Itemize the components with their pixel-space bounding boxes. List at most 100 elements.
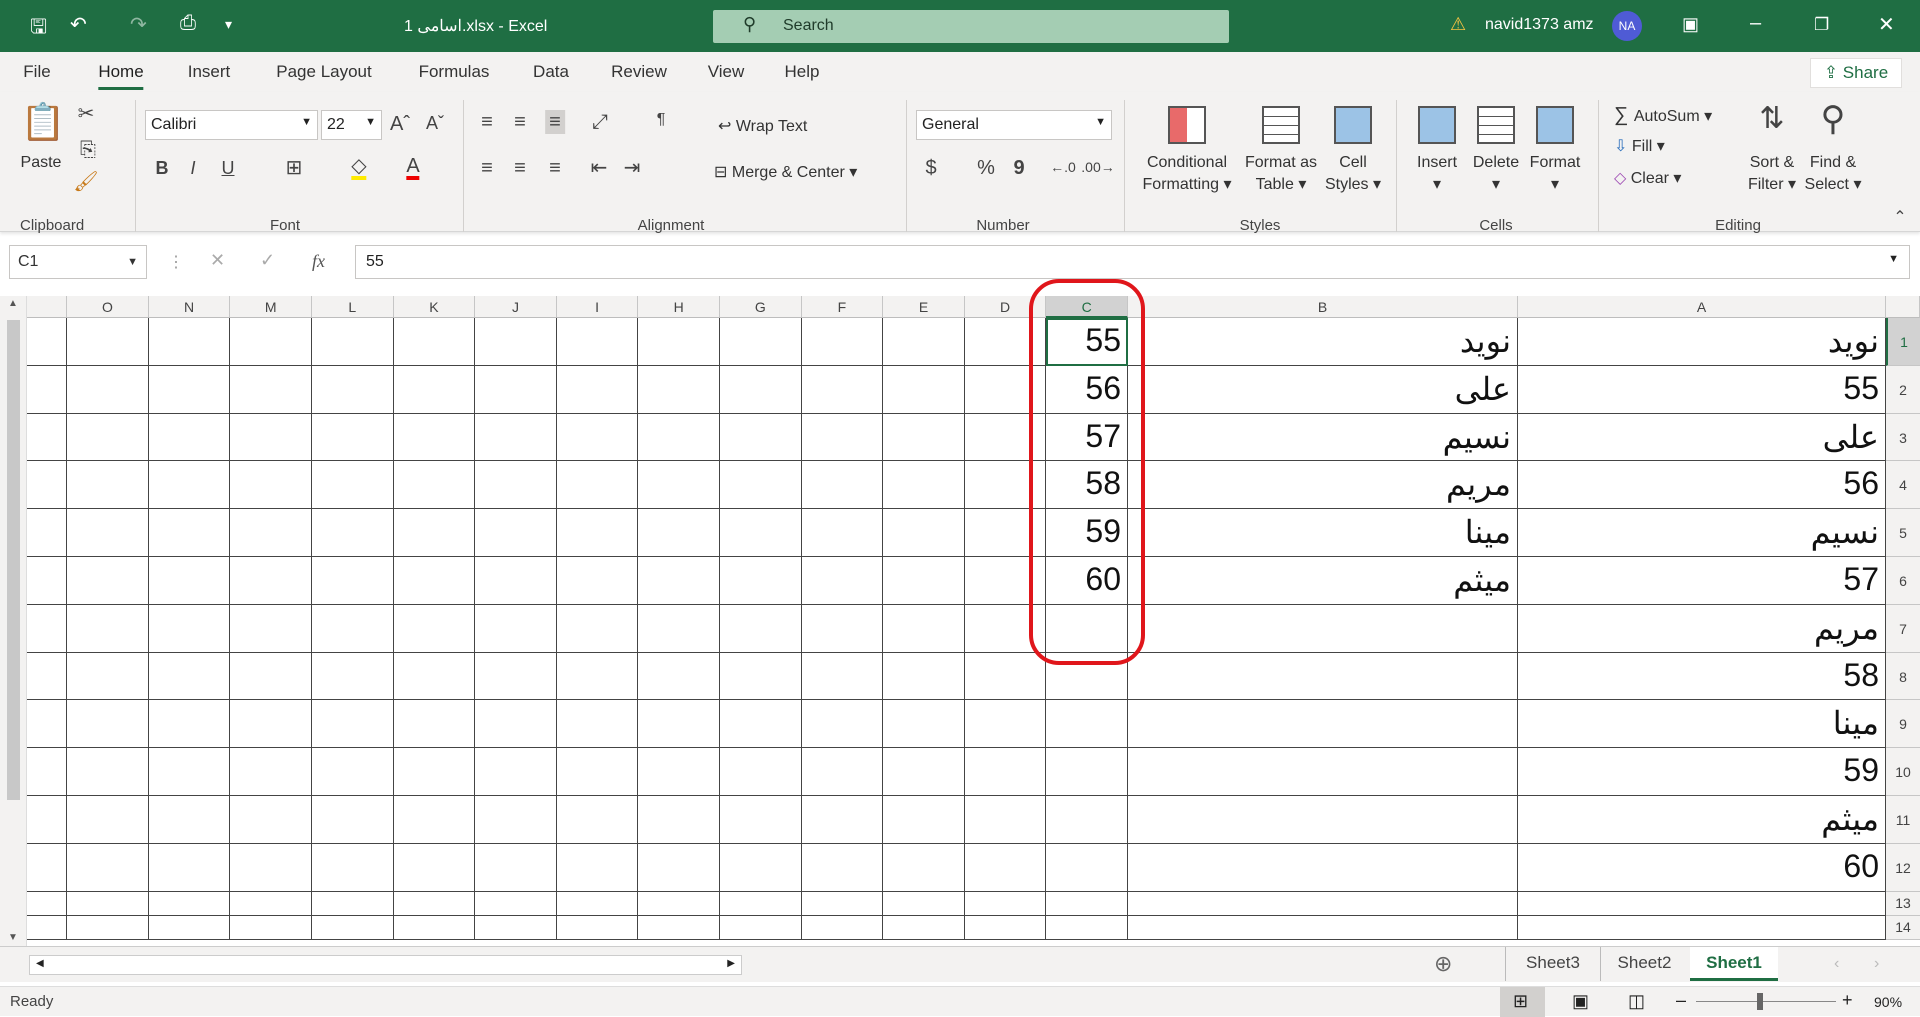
increase-indent-icon[interactable]: ⇥ <box>624 158 641 178</box>
cell-a4[interactable]: 56 <box>1518 461 1886 510</box>
cell[interactable] <box>27 891 68 916</box>
currency-button[interactable]: $ <box>925 158 936 178</box>
formula-input[interactable]: 55 ▼ <box>355 245 1910 279</box>
cell-o14[interactable] <box>67 915 149 940</box>
cell-a9[interactable]: مینا <box>1518 700 1886 749</box>
cell-f13[interactable] <box>801 891 884 916</box>
cell-m5[interactable] <box>230 509 312 557</box>
align-right-icon[interactable]: ≡ <box>549 158 561 178</box>
cell[interactable] <box>27 461 68 510</box>
cell-n6[interactable] <box>148 557 231 605</box>
cell-d12[interactable] <box>964 843 1047 892</box>
cell-b1[interactable]: نوید <box>1128 318 1518 366</box>
cell-k1[interactable] <box>393 318 476 366</box>
cell-g13[interactable] <box>720 891 802 916</box>
avatar[interactable]: NA <box>1612 11 1642 41</box>
cell-m10[interactable] <box>230 748 312 796</box>
cell-a5[interactable]: نسیم <box>1518 509 1886 557</box>
cell-k9[interactable] <box>393 700 476 749</box>
insert-cells-button[interactable]: Insert ▾ <box>1417 152 1457 196</box>
cell-g7[interactable] <box>720 604 802 653</box>
cell-styles-button[interactable]: Cell Styles ▾ <box>1325 152 1381 196</box>
cell-b10[interactable] <box>1128 748 1518 796</box>
new-sheet-icon[interactable]: ⊕ <box>1434 951 1452 977</box>
sort-filter-button[interactable]: Sort & Filter ▾ <box>1748 152 1796 196</box>
column-header-o[interactable]: O <box>67 296 149 318</box>
cell-j13[interactable] <box>475 891 557 916</box>
cell-k13[interactable] <box>393 891 476 916</box>
cell-l8[interactable] <box>312 652 394 701</box>
cell-e9[interactable] <box>883 700 965 749</box>
cell-o7[interactable] <box>67 604 149 653</box>
cell-j10[interactable] <box>475 748 557 796</box>
cell-a3[interactable]: علی <box>1518 413 1886 462</box>
row-header-12[interactable]: 12 <box>1886 843 1920 892</box>
cell-o12[interactable] <box>67 843 149 892</box>
cell-f11[interactable] <box>801 796 884 844</box>
cell-h10[interactable] <box>638 748 720 796</box>
format-cells-button[interactable]: Format ▾ <box>1530 152 1581 196</box>
cell-h7[interactable] <box>638 604 720 653</box>
text-direction-icon[interactable]: ¶ <box>657 112 666 128</box>
cell-j5[interactable] <box>475 509 557 557</box>
paste-button[interactable]: Paste <box>21 154 62 172</box>
row-header-10[interactable]: 10 <box>1886 748 1920 796</box>
cell-k8[interactable] <box>393 652 476 701</box>
cell-o1[interactable] <box>67 318 149 366</box>
cell-f9[interactable] <box>801 700 884 749</box>
cell-m12[interactable] <box>230 843 312 892</box>
cell-g6[interactable] <box>720 557 802 605</box>
row-header-6[interactable]: 6 <box>1886 557 1920 605</box>
cell-j7[interactable] <box>475 604 557 653</box>
copy-icon[interactable]: ⎘ <box>80 140 96 160</box>
user-name[interactable]: navid1373 amz <box>1485 16 1594 34</box>
cell-f12[interactable] <box>801 843 884 892</box>
close-icon[interactable]: ✕ <box>1878 12 1895 37</box>
increase-font-icon[interactable]: Aˆ <box>390 114 410 134</box>
cell-h3[interactable] <box>638 413 720 462</box>
scroll-up-icon[interactable]: ▲ <box>8 298 18 309</box>
cell-g1[interactable] <box>720 318 802 366</box>
zoom-slider-thumb[interactable] <box>1757 993 1763 1010</box>
cell-h6[interactable] <box>638 557 720 605</box>
cell-i11[interactable] <box>556 796 639 844</box>
cell-l9[interactable] <box>312 700 394 749</box>
tab-help[interactable]: Help <box>785 62 820 82</box>
cell-b13[interactable] <box>1128 891 1518 916</box>
cell-a1[interactable]: نوید <box>1518 318 1886 366</box>
cell-b14[interactable] <box>1128 915 1518 940</box>
cell-e1[interactable] <box>883 318 965 366</box>
middle-align-icon[interactable]: ≡ <box>514 112 526 132</box>
format-as-table-button[interactable]: Format as Table ▾ <box>1245 152 1317 196</box>
enter-icon[interactable]: ✓ <box>260 250 275 271</box>
column-header-j[interactable]: J <box>475 296 557 318</box>
cell-a14[interactable] <box>1518 915 1886 940</box>
prev-sheet-icon[interactable]: ‹ <box>1834 955 1839 973</box>
cut-icon[interactable]: ✂ <box>78 104 95 124</box>
cell-h5[interactable] <box>638 509 720 557</box>
cell-g2[interactable] <box>720 365 802 414</box>
cell-d14[interactable] <box>964 915 1047 940</box>
cell-o6[interactable] <box>67 557 149 605</box>
number-format-select[interactable]: General ▼ <box>916 110 1112 140</box>
ribbon-display-icon[interactable]: ▣ <box>1682 14 1699 35</box>
orientation-icon[interactable]: ⤢ <box>592 112 608 132</box>
customize-toolbar-icon[interactable]: ▾ <box>225 16 232 33</box>
column-header-h[interactable]: H <box>638 296 720 318</box>
cell-k14[interactable] <box>393 915 476 940</box>
format-cells-icon[interactable] <box>1536 106 1574 144</box>
cell-g12[interactable] <box>720 843 802 892</box>
cell-b8[interactable] <box>1128 652 1518 701</box>
column-header-m[interactable]: M <box>230 296 312 318</box>
cell-g5[interactable] <box>720 509 802 557</box>
tab-insert[interactable]: Insert <box>188 62 231 82</box>
cell-i3[interactable] <box>556 413 639 462</box>
font-color-icon[interactable]: A <box>406 156 420 180</box>
cell-e8[interactable] <box>883 652 965 701</box>
cell-m6[interactable] <box>230 557 312 605</box>
cell-j9[interactable] <box>475 700 557 749</box>
cell-e5[interactable] <box>883 509 965 557</box>
cell-c11[interactable] <box>1046 796 1128 844</box>
cell-f10[interactable] <box>801 748 884 796</box>
column-header[interactable] <box>27 296 68 318</box>
